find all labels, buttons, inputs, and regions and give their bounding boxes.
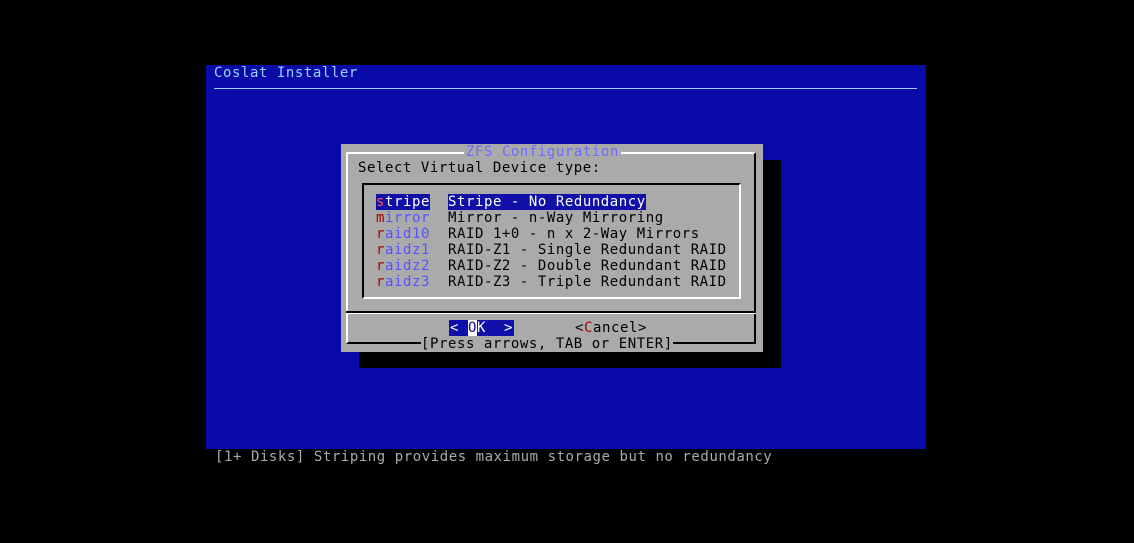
zfs-config-dialog: ZFS Configuration Select Virtual Device … (341, 144, 763, 352)
help-line: [1+ Disks] Striping provides maximum sto… (215, 449, 773, 465)
menu-item-tag: raidz2 (376, 258, 430, 274)
installer-title: Coslat Installer (214, 65, 358, 81)
menu-item-tag: raidz3 (376, 274, 430, 290)
menu-item-tag: raidz1 (376, 242, 430, 258)
menu-item-description: RAID-Z2 - Double Redundant RAID (448, 258, 727, 274)
key-hint: [Press arrows, TAB or ENTER] (421, 336, 673, 352)
button-area-divider-highlight (346, 313, 756, 314)
menu-item-description: RAID 1+0 - n x 2-Way Mirrors (448, 226, 700, 242)
menu-item-description: Mirror - n-Way Mirroring (448, 210, 664, 226)
menu-item-description: Stripe - No Redundancy (448, 194, 646, 210)
title-divider (214, 88, 917, 89)
menu-item-tag: stripe (376, 194, 430, 210)
menu-item-description: RAID-Z3 - Triple Redundant RAID (448, 274, 727, 290)
ok-button[interactable]: < OK > (449, 320, 514, 336)
menu-item-tag: mirror (376, 210, 430, 226)
menu-item-description: RAID-Z1 - Single Redundant RAID (448, 242, 727, 258)
vdev-type-menu[interactable]: stripe Stripe - No Redundancy mirror Mir… (362, 183, 741, 299)
dialog-title: ZFS Configuration (464, 144, 621, 160)
cancel-button[interactable]: <Cancel> (575, 320, 647, 336)
dialog-prompt: Select Virtual Device type: (358, 160, 601, 176)
menu-item-tag: raid10 (376, 226, 430, 242)
